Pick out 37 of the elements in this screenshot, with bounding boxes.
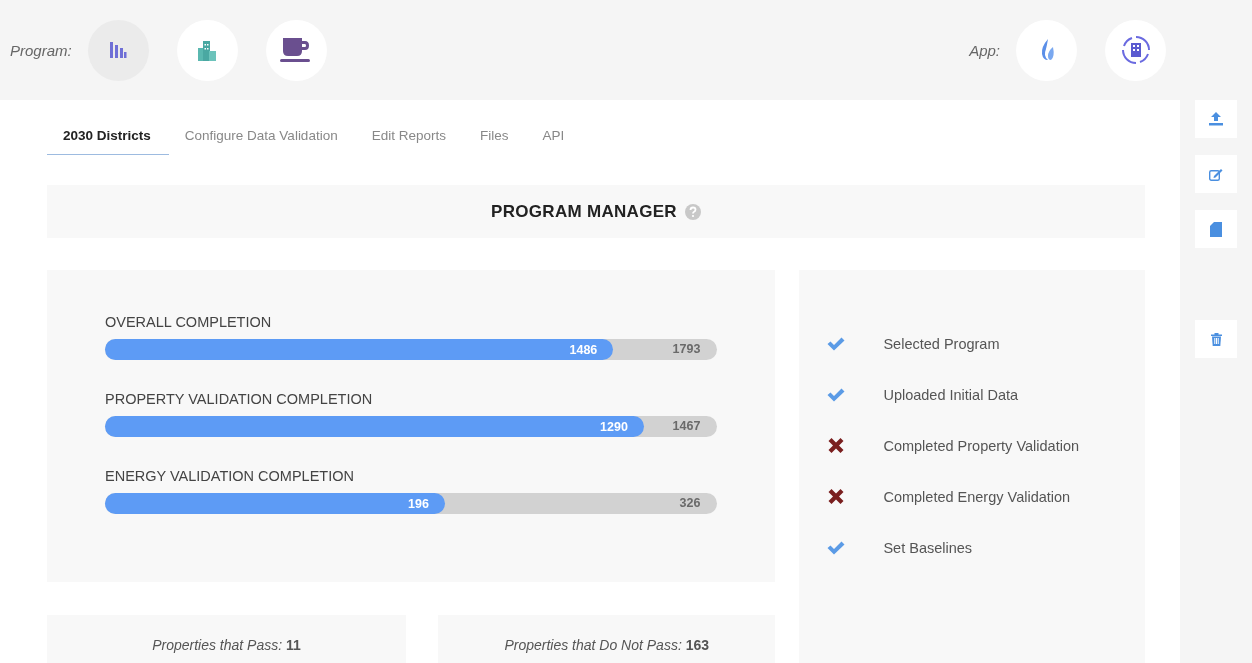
checklist-item: Uploaded Initial Data bbox=[883, 386, 1019, 403]
help-icon[interactable] bbox=[684, 203, 701, 220]
upload-button[interactable] bbox=[1195, 100, 1237, 138]
tab[interactable]: Configure Data Validation bbox=[168, 117, 356, 155]
progress-label: PROPERTY VALIDATION COMPLETION bbox=[105, 391, 374, 407]
progress-total: 1467 bbox=[672, 419, 701, 433]
checklist-item: Selected Program bbox=[883, 335, 1000, 352]
upload-icon bbox=[1209, 112, 1223, 126]
summary-text: Properties that Pass: 11 bbox=[152, 637, 301, 653]
buildings-icon bbox=[198, 39, 217, 61]
coffee-cup-icon bbox=[280, 37, 313, 63]
progress-label: ENERGY VALIDATION COMPLETION bbox=[105, 468, 355, 484]
document-button[interactable] bbox=[1195, 210, 1237, 248]
progress-value: 1290 bbox=[600, 419, 628, 434]
tab[interactable]: API bbox=[526, 117, 583, 155]
trash-icon bbox=[1210, 332, 1222, 346]
app-label: App: bbox=[969, 41, 1000, 59]
delete-button[interactable] bbox=[1195, 320, 1237, 358]
progress-total: 326 bbox=[679, 496, 701, 510]
page-title: PROGRAM MANAGER bbox=[491, 201, 677, 222]
checklist-item: Set Baselines bbox=[883, 539, 973, 556]
tab[interactable]: Edit Reports bbox=[355, 117, 464, 155]
building-icon bbox=[1120, 35, 1151, 65]
progress-total: 1793 bbox=[672, 342, 701, 356]
summary-text: Properties that Do Not Pass: 163 bbox=[504, 637, 710, 653]
checklist-item: Completed Energy Validation bbox=[883, 488, 1071, 505]
document-icon bbox=[1210, 221, 1222, 237]
bar-chart-icon bbox=[108, 40, 129, 60]
progress-value: 1486 bbox=[569, 342, 598, 357]
checklist-item: Completed Property Validation bbox=[883, 437, 1079, 454]
progress-value: 196 bbox=[408, 496, 429, 511]
tab[interactable]: Files bbox=[463, 117, 527, 155]
tab[interactable]: 2030 Districts bbox=[47, 117, 169, 155]
edit-icon bbox=[1209, 167, 1223, 181]
progress-label: OVERALL COMPLETION bbox=[105, 314, 273, 330]
edit-button[interactable] bbox=[1195, 155, 1237, 193]
program-label: Program: bbox=[10, 41, 72, 59]
